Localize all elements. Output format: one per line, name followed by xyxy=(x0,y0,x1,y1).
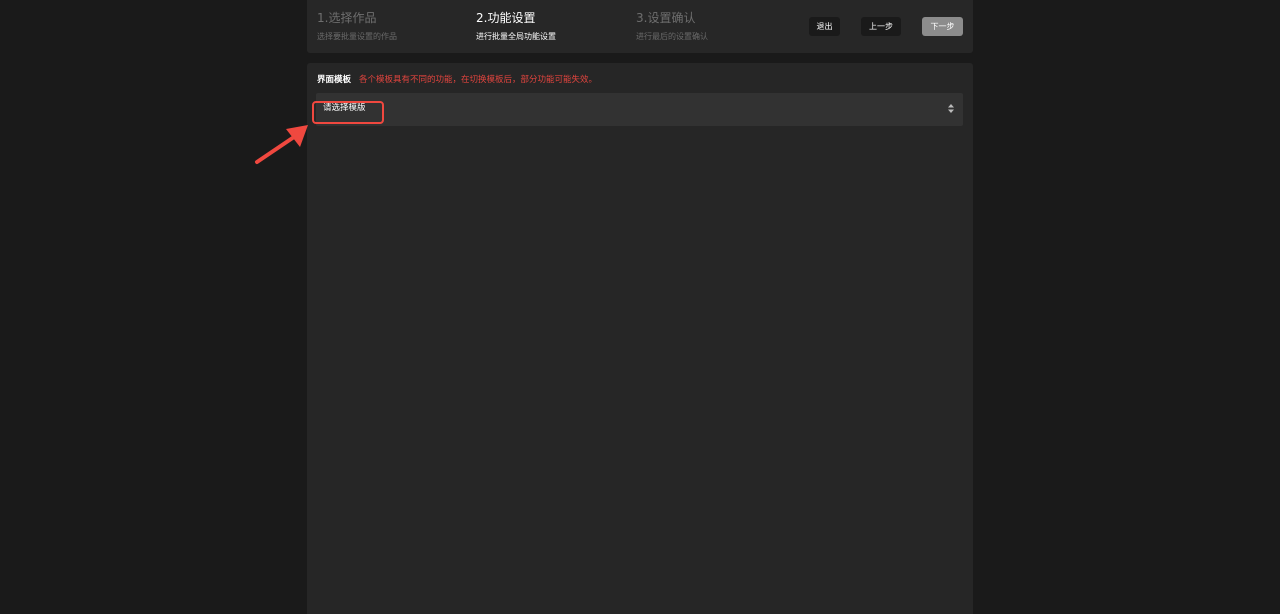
template-select-value: 请选择模版 xyxy=(323,103,366,113)
next-step-button[interactable]: 下一步 xyxy=(922,17,963,36)
step-description: 进行批量全局功能设置 xyxy=(476,32,556,41)
step-title: 1.选择作品 xyxy=(317,11,377,25)
page: 1.选择作品 选择要批量设置的作品 2.功能设置 进行批量全局功能设置 3.设置… xyxy=(0,0,1280,614)
sort-arrows-icon xyxy=(948,104,954,113)
steps-bar: 1.选择作品 选择要批量设置的作品 2.功能设置 进行批量全局功能设置 3.设置… xyxy=(307,0,973,53)
step-description: 进行最后的设置确认 xyxy=(636,32,708,41)
step-description: 选择要批量设置的作品 xyxy=(317,32,397,41)
template-warning: 各个模板具有不同的功能，在切换模板后，部分功能可能失效。 xyxy=(359,75,598,85)
step-title: 2.功能设置 xyxy=(476,11,536,25)
step-select-works: 1.选择作品 选择要批量设置的作品 xyxy=(317,10,397,43)
step-title: 3.设置确认 xyxy=(636,11,696,25)
annotation-arrow-icon xyxy=(255,125,308,164)
settings-panel: 界面模板 各个模板具有不同的功能，在切换模板后，部分功能可能失效。 请选择模版 xyxy=(307,63,973,614)
template-heading: 界面模板 各个模板具有不同的功能，在切换模板后，部分功能可能失效。 xyxy=(317,74,597,86)
template-label: 界面模板 xyxy=(317,75,352,85)
template-select[interactable]: 请选择模版 xyxy=(316,93,963,126)
step-feature-settings: 2.功能设置 进行批量全局功能设置 xyxy=(476,10,556,43)
exit-button[interactable]: 退出 xyxy=(809,17,840,36)
step-confirm-settings: 3.设置确认 进行最后的设置确认 xyxy=(636,10,708,43)
previous-step-button[interactable]: 上一步 xyxy=(861,17,901,36)
